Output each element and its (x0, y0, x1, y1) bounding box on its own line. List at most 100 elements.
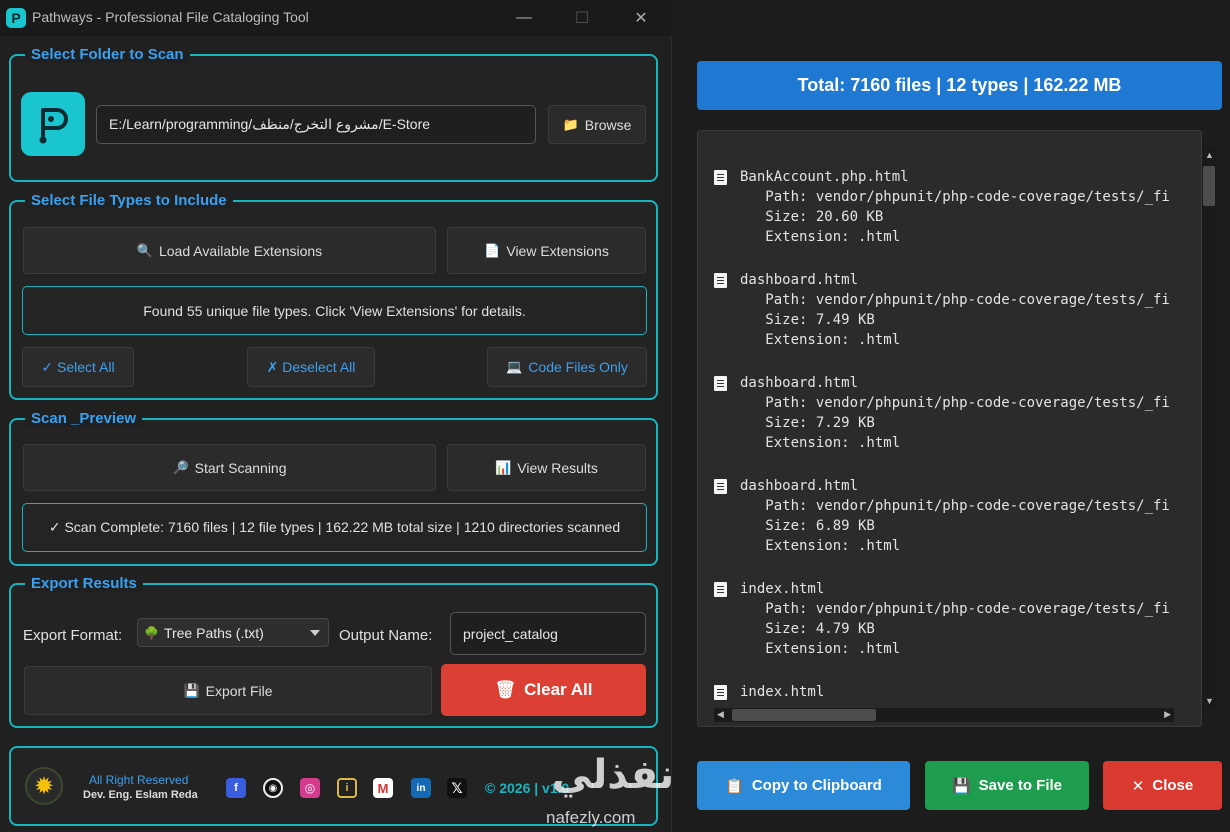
browse-button[interactable]: 📁 Browse (548, 105, 646, 144)
result-entry: BankAccount.php.html Path: vendor/phpuni… (714, 167, 1170, 247)
file-icon (714, 170, 727, 185)
scan-section: Scan _Preview 🔎 Start Scanning 📊 View Re… (9, 410, 658, 566)
scroll-left-icon[interactable]: ◀ (717, 709, 724, 720)
select-all-button[interactable]: ✓ Select All (22, 347, 134, 387)
view-results-label: View Results (517, 459, 598, 476)
total-summary-banner: Total: 7160 files | 12 types | 162.22 MB (697, 61, 1222, 110)
result-name: dashboard.html (740, 272, 859, 288)
horizontal-scrollbar[interactable]: ◀ ▶ (714, 708, 1174, 722)
sun-badge-icon: ✹ (25, 767, 63, 805)
result-entry: dashboard.html Path: vendor/phpunit/php-… (714, 270, 1170, 350)
view-extensions-label: View Extensions (506, 242, 609, 259)
laptop-icon: 💻 (506, 359, 523, 374)
view-extensions-button[interactable]: 📄 View Extensions (447, 227, 646, 274)
scroll-right-icon[interactable]: ▶ (1164, 709, 1171, 720)
search-icon: 🔎 (172, 459, 189, 475)
maximize-button[interactable]: ☐ (567, 6, 597, 30)
result-size: Size: 7.29 KB (740, 415, 875, 431)
clear-all-label: Clear All (524, 680, 593, 699)
result-entry: index.html Path: vendor/phpunit/php-code… (714, 579, 1170, 659)
result-ext: Extension: .html (740, 332, 901, 348)
code-files-only-button[interactable]: 💻 Code Files Only (487, 347, 647, 387)
folder-section: Select Folder to Scan E:/Learn/programmi… (9, 46, 658, 182)
result-entry: dashboard.html Path: vendor/phpunit/php-… (714, 373, 1170, 453)
result-path: Path: vendor/phpunit/php-code-coverage/t… (740, 395, 1170, 411)
output-name-input[interactable]: project_catalog (450, 612, 646, 655)
scroll-up-icon[interactable]: ▲ (1205, 150, 1214, 160)
file-types-section: Select File Types to Include 🔍 Load Avai… (9, 192, 658, 400)
result-name: BankAccount.php.html (740, 169, 909, 185)
minimize-button[interactable]: — (509, 6, 539, 30)
info-icon[interactable]: i (337, 778, 357, 798)
file-icon (714, 376, 727, 391)
export-format-value: Tree Paths (.txt) (163, 624, 264, 641)
close-window-button[interactable]: ✕ (626, 6, 656, 30)
result-ext: Extension: .html (740, 435, 901, 451)
export-file-button[interactable]: 💾 Export File (24, 666, 432, 715)
title-bar: P Pathways - Professional File Catalogin… (0, 0, 672, 36)
magnifier-icon: 🔍 (136, 242, 153, 258)
view-results-button[interactable]: 📊 View Results (447, 444, 646, 491)
file-icon (714, 479, 727, 494)
clear-all-button[interactable]: 🗑 Clear All (441, 664, 646, 716)
rights-text: All Right Reserved (89, 773, 189, 787)
file-types-section-title: Select File Types to Include (25, 192, 233, 209)
load-extensions-button[interactable]: 🔍 Load Available Extensions (23, 227, 436, 274)
scan-section-title: Scan _Preview (25, 410, 143, 427)
result-ext: Extension: .html (740, 538, 901, 554)
result-name: dashboard.html (740, 478, 859, 494)
horizontal-scroll-thumb[interactable] (732, 709, 876, 721)
results-list[interactable]: BankAccount.php.html Path: vendor/phpuni… (697, 130, 1202, 727)
file-icon (714, 582, 727, 597)
export-section: Export Results Export Format: 🌳 Tree Pat… (9, 575, 658, 728)
folder-path-input[interactable]: E:/Learn/programming/مشروع التخرج/منظف/E… (96, 105, 536, 144)
file-icon (714, 273, 727, 288)
result-path: Path: vendor/phpunit/php-code-coverage/t… (740, 189, 1170, 205)
output-name-label: Output Name: (339, 627, 433, 644)
start-scanning-label: Start Scanning (194, 459, 287, 476)
save-label: Save to File (978, 777, 1063, 794)
close-button[interactable]: ✕ Close (1103, 761, 1222, 810)
save-icon: 💾 (951, 777, 971, 795)
copyright-text: © 2026 | v1.0 (485, 780, 570, 796)
author-text: Dev. Eng. Eslam Reda (83, 789, 198, 801)
save-to-file-button[interactable]: 💾 Save to File (925, 761, 1089, 810)
result-entry: dashboard.html Path: vendor/phpunit/php-… (714, 476, 1170, 556)
deselect-all-button[interactable]: ✗ Deselect All (247, 347, 375, 387)
code-files-only-label: Code Files Only (528, 359, 628, 375)
window-title: Pathways - Professional File Cataloging … (32, 9, 309, 25)
result-name: index.html (740, 684, 825, 700)
copy-label: Copy to Clipboard (751, 777, 882, 794)
file-icon (714, 685, 727, 700)
document-icon: 📄 (484, 242, 501, 258)
folder-section-title: Select Folder to Scan (25, 46, 190, 63)
logo (21, 92, 85, 156)
facebook-icon[interactable]: f (226, 778, 246, 798)
clipboard-icon: 📋 (725, 777, 744, 795)
result-path: Path: vendor/phpunit/php-code-coverage/t… (740, 498, 1170, 514)
linkedin-icon[interactable]: in (411, 778, 431, 798)
tree-icon: 🌳 (144, 625, 159, 640)
instagram-icon[interactable]: ◎ (300, 778, 320, 798)
result-path: Path: vendor/phpunit/php-code-coverage/t… (740, 601, 1170, 617)
result-size: Size: 4.79 KB (740, 621, 875, 637)
bar-chart-icon: 📊 (495, 459, 512, 475)
trash-icon: 🗑 (494, 680, 517, 699)
scroll-down-icon[interactable]: ▼ (1205, 696, 1214, 706)
chevron-down-icon (310, 630, 320, 636)
result-size: Size: 20.60 KB (740, 209, 884, 225)
github-icon[interactable]: ◉ (263, 778, 283, 798)
vertical-scrollbar[interactable]: ▲ ▼ (1202, 148, 1216, 708)
start-scanning-button[interactable]: 🔎 Start Scanning (23, 444, 436, 491)
export-format-select[interactable]: 🌳 Tree Paths (.txt) (137, 618, 329, 647)
app-icon: P (6, 8, 26, 28)
copy-to-clipboard-button[interactable]: 📋 Copy to Clipboard (697, 761, 910, 810)
load-extensions-label: Load Available Extensions (158, 242, 323, 259)
vertical-scroll-thumb[interactable] (1203, 166, 1215, 206)
x-icon[interactable]: 𝕏 (447, 778, 467, 798)
result-name: dashboard.html (740, 375, 859, 391)
floppy-disk-icon: 💾 (183, 682, 200, 698)
close-label: Close (1152, 777, 1194, 794)
gmail-icon[interactable]: M (373, 778, 393, 798)
result-entry: index.html (714, 682, 825, 702)
